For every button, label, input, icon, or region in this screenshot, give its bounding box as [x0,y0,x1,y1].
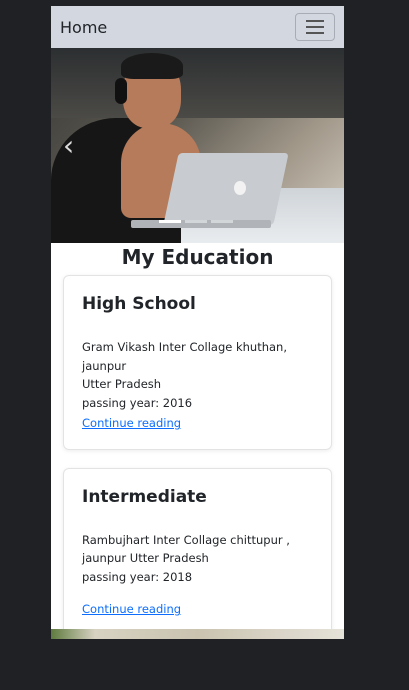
navbar: Home [51,6,344,48]
navbar-toggler-button[interactable] [295,13,335,41]
carousel-indicator-3[interactable] [211,220,233,223]
card-line: Gram Vikash Inter Collage khuthan, jaunp… [82,340,288,373]
card-line: Utter Pradesh [82,377,162,391]
card-title: High School [82,294,196,314]
app-viewport: Home ‹ My Education High School Gram Vik… [51,6,344,639]
card-line: passing year: 2018 [82,569,193,584]
continue-reading-link[interactable]: Continue reading [82,414,181,433]
next-section-image-edge [51,629,344,639]
education-card-high-school: High School Gram Vikash Inter Collage kh… [63,275,332,450]
section-title: My Education [121,245,274,269]
carousel-image-background [51,48,344,118]
education-card-intermediate: Intermediate Rambujhart Inter Collage ch… [63,467,332,636]
carousel-indicator-2[interactable] [185,220,207,223]
carousel-indicator-1[interactable] [159,220,181,223]
apple-logo-icon [234,181,246,195]
hamburger-menu-icon [306,20,324,34]
hero-carousel: ‹ [51,48,344,243]
carousel-image-hair [121,53,183,79]
card-line: Rambujhart Inter Collage chittupur , [82,532,290,547]
laptop-icon [163,153,289,225]
carousel-indicators [159,220,233,223]
card-title: Intermediate [82,486,207,507]
card-line: jaunpur Utter Pradesh [82,551,209,565]
headphones-icon [115,78,127,104]
card-line: passing year: 2016 [82,395,193,410]
continue-reading-link[interactable]: Continue reading [82,600,181,619]
chevron-left-icon[interactable]: ‹ [63,131,74,160]
navbar-brand[interactable]: Home [60,18,107,37]
